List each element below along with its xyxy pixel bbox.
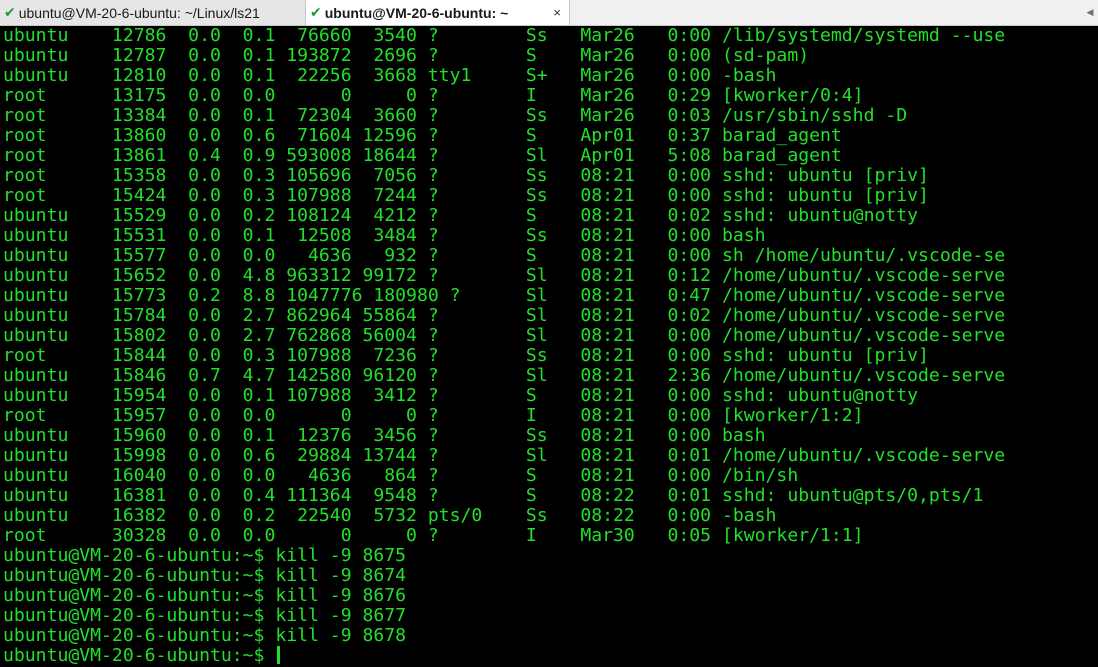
connected-check-icon: ✔ bbox=[4, 4, 16, 20]
process-row: ubuntu 15773 0.2 8.8 1047776 180980 ? Sl… bbox=[3, 285, 1006, 306]
tab-label: ubuntu@VM-20-6-ubuntu: ~ bbox=[324, 4, 509, 21]
connected-check-icon: ✔ bbox=[310, 4, 322, 20]
process-row: ubuntu 15802 0.0 2.7 762868 56004 ? Sl 0… bbox=[3, 325, 1006, 346]
process-row: ubuntu 12786 0.0 0.1 76660 3540 ? Ss Mar… bbox=[3, 26, 1006, 46]
process-row: ubuntu 15846 0.7 4.7 142580 96120 ? Sl 0… bbox=[3, 365, 1006, 386]
process-row: root 15358 0.0 0.3 105696 7056 ? Ss 08:2… bbox=[3, 165, 929, 186]
process-row: ubuntu 16382 0.0 0.2 22540 5732 pts/0 Ss… bbox=[3, 505, 777, 526]
tab-label: ubuntu@VM-20-6-ubuntu: ~/Linux/ls21 bbox=[18, 4, 260, 21]
terminal-output[interactable]: ubuntu 12786 0.0 0.1 76660 3540 ? Ss Mar… bbox=[0, 26, 1098, 667]
process-row: ubuntu 16040 0.0 0.0 4636 864 ? S 08:21 … bbox=[3, 465, 799, 486]
tab-scroll-left-icon[interactable]: ◀ bbox=[1082, 0, 1098, 25]
process-row: ubuntu 16381 0.0 0.4 111364 9548 ? S 08:… bbox=[3, 485, 984, 506]
text-cursor bbox=[277, 646, 281, 664]
current-prompt-line[interactable]: ubuntu@VM-20-6-ubuntu:~$ bbox=[3, 646, 1098, 666]
shell-prompt: ubuntu@VM-20-6-ubuntu:~$ bbox=[3, 645, 276, 666]
process-row: ubuntu 15529 0.0 0.2 108124 4212 ? S 08:… bbox=[3, 205, 919, 226]
process-row: root 13175 0.0 0.0 0 0 ? I Mar26 0:29 [k… bbox=[3, 85, 864, 106]
process-row: root 15424 0.0 0.3 107988 7244 ? Ss 08:2… bbox=[3, 185, 929, 206]
process-row: ubuntu 15577 0.0 0.0 4636 932 ? S 08:21 … bbox=[3, 245, 1006, 266]
process-row: ubuntu 12810 0.0 0.1 22256 3668 tty1 S+ … bbox=[3, 65, 777, 86]
tab-bar-spacer bbox=[570, 0, 1082, 25]
process-list: ubuntu 12786 0.0 0.1 76660 3540 ? Ss Mar… bbox=[3, 26, 1098, 546]
process-row: ubuntu 15998 0.0 0.6 29884 13744 ? Sl 08… bbox=[3, 445, 1006, 466]
process-row: root 13860 0.0 0.6 71604 12596 ? S Apr01… bbox=[3, 125, 842, 146]
tab-linux-ls21[interactable]: ✔ ubuntu@VM-20-6-ubuntu: ~/Linux/ls21 bbox=[0, 0, 306, 25]
tab-home[interactable]: ✔ ubuntu@VM-20-6-ubuntu: ~ × bbox=[306, 0, 570, 25]
command-line: ubuntu@VM-20-6-ubuntu:~$ kill -9 8677 bbox=[3, 605, 407, 626]
process-row: ubuntu 15960 0.0 0.1 12376 3456 ? Ss 08:… bbox=[3, 425, 766, 446]
command-history: ubuntu@VM-20-6-ubuntu:~$ kill -9 8675 ubu… bbox=[3, 546, 1098, 646]
command-line: ubuntu@VM-20-6-ubuntu:~$ kill -9 8675 bbox=[3, 545, 407, 566]
command-line: ubuntu@VM-20-6-ubuntu:~$ kill -9 8676 bbox=[3, 585, 407, 606]
tab-bar: ✔ ubuntu@VM-20-6-ubuntu: ~/Linux/ls21 ✔ … bbox=[0, 0, 1098, 26]
process-row: root 15957 0.0 0.0 0 0 ? I 08:21 0:00 [k… bbox=[3, 405, 864, 426]
close-icon[interactable]: × bbox=[551, 5, 563, 20]
process-row: ubuntu 12787 0.0 0.1 193872 2696 ? S Mar… bbox=[3, 45, 810, 66]
process-row: root 30328 0.0 0.0 0 0 ? I Mar30 0:05 [k… bbox=[3, 525, 864, 546]
process-row: ubuntu 15531 0.0 0.1 12508 3484 ? Ss 08:… bbox=[3, 225, 766, 246]
process-row: root 15844 0.0 0.3 107988 7236 ? Ss 08:2… bbox=[3, 345, 929, 366]
command-line: ubuntu@VM-20-6-ubuntu:~$ kill -9 8678 bbox=[3, 625, 407, 646]
process-row: root 13861 0.4 0.9 593008 18644 ? Sl Apr… bbox=[3, 145, 842, 166]
process-row: ubuntu 15784 0.0 2.7 862964 55864 ? Sl 0… bbox=[3, 305, 1006, 326]
process-row: ubuntu 15652 0.0 4.8 963312 99172 ? Sl 0… bbox=[3, 265, 1006, 286]
process-row: ubuntu 15954 0.0 0.1 107988 3412 ? S 08:… bbox=[3, 385, 919, 406]
process-row: root 13384 0.0 0.1 72304 3660 ? Ss Mar26… bbox=[3, 105, 908, 126]
command-line: ubuntu@VM-20-6-ubuntu:~$ kill -9 8674 bbox=[3, 565, 407, 586]
